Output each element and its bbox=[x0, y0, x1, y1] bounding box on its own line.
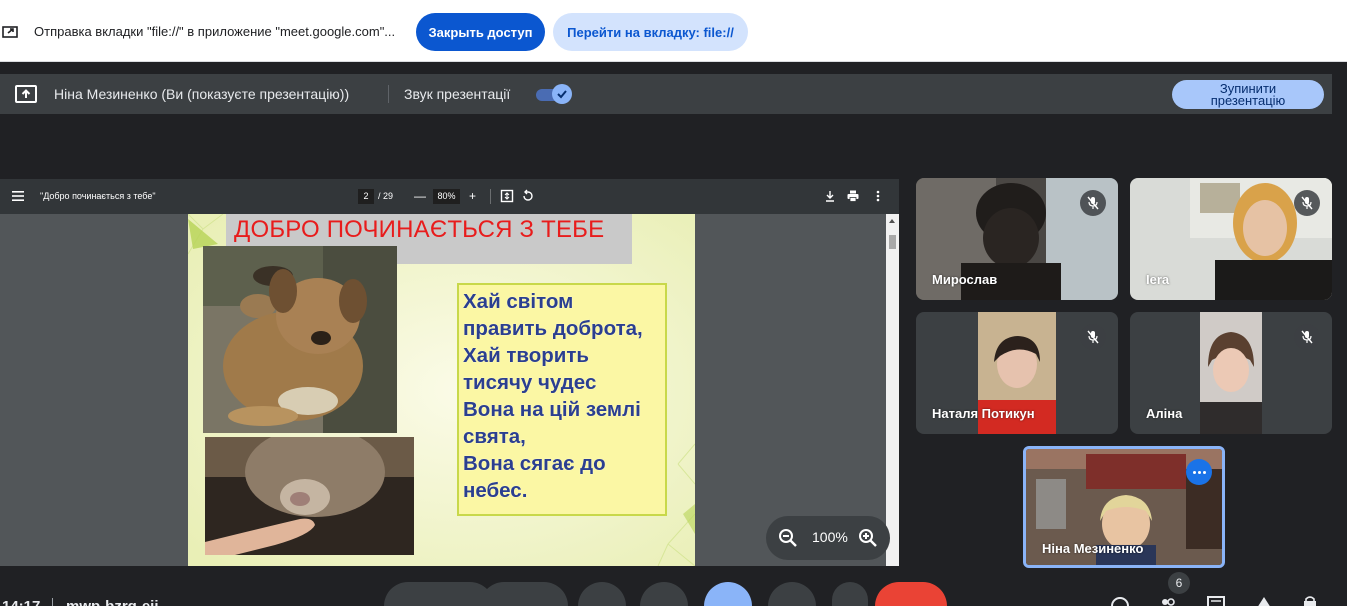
zoom-level: 100% bbox=[812, 529, 848, 545]
close-access-button[interactable]: Закрыть доступ bbox=[416, 13, 545, 51]
mic-off-icon bbox=[1294, 190, 1320, 216]
pdf-title: "Добро починається з тебе" bbox=[40, 191, 156, 201]
camera-button[interactable] bbox=[480, 582, 568, 606]
zoom-overlay: 100% bbox=[766, 516, 890, 560]
more-options-button[interactable] bbox=[1186, 459, 1212, 485]
zoom-out-icon[interactable] bbox=[778, 528, 798, 548]
participant-name: Мирослав bbox=[932, 272, 998, 287]
present-screen-icon bbox=[15, 85, 37, 103]
presenting-bar: Ніна Мезиненко (Ви (показуєте презентаці… bbox=[0, 74, 1332, 114]
leave-call-button[interactable] bbox=[875, 582, 947, 606]
presentation-sound-toggle[interactable] bbox=[536, 84, 572, 104]
bottom-control-bar: 14:17 mwp-bzrg-ejj bbox=[0, 580, 1347, 606]
presentation-sound-label: Звук презентації bbox=[404, 86, 511, 102]
divider bbox=[388, 85, 389, 103]
info-icon[interactable] bbox=[1111, 596, 1129, 606]
participant-tile[interactable]: Iera bbox=[1130, 178, 1332, 300]
page-total: / 29 bbox=[378, 191, 394, 201]
captions-button[interactable] bbox=[578, 582, 626, 606]
scroll-up-icon[interactable] bbox=[889, 219, 895, 223]
slide-headline: ДОБРО ПОЧИНАЄТЬСЯ З ТЕБЕ bbox=[234, 216, 605, 243]
zoom-in-icon[interactable] bbox=[858, 528, 878, 548]
self-participant-tile[interactable]: Ніна Мезиненко bbox=[1023, 446, 1225, 568]
poem-line: Хай світом bbox=[463, 290, 574, 313]
menu-icon[interactable] bbox=[12, 190, 24, 202]
pdf-toolbar: "Добро починається з тебе" 2 / 29 — 80% … bbox=[0, 179, 899, 214]
mic-off-icon bbox=[1080, 190, 1106, 216]
poem-line: Вона сягає до bbox=[463, 452, 606, 475]
participant-name: Ніна Мезиненко bbox=[1042, 541, 1144, 556]
divider bbox=[52, 598, 53, 606]
poem-line: Хай творить bbox=[463, 344, 590, 367]
dot bbox=[1197, 470, 1201, 474]
raise-hand-button[interactable] bbox=[768, 582, 816, 606]
emoji-button[interactable] bbox=[640, 582, 688, 606]
scrollbar-thumb[interactable] bbox=[889, 235, 896, 249]
slide-page: ДОБРО ПОЧИНАЄТЬСЯ З ТЕБЕ Хай світом прав… bbox=[188, 214, 695, 566]
fit-page-icon[interactable] bbox=[500, 189, 514, 203]
paw-and-finger-photo bbox=[205, 437, 414, 555]
pdf-viewer: "Добро починається з тебе" 2 / 29 — 80% … bbox=[0, 179, 899, 566]
scrollbar[interactable] bbox=[886, 214, 899, 566]
poem-line: небес. bbox=[463, 479, 528, 502]
dot bbox=[1192, 470, 1196, 474]
poem-textbox: Хай світом править доброта, Хай творить … bbox=[457, 283, 667, 516]
rotate-icon[interactable] bbox=[521, 189, 535, 203]
meeting-code: mwp-bzrg-ejj bbox=[66, 598, 159, 606]
activities-icon[interactable] bbox=[1255, 596, 1273, 606]
poem-line: править доброта, bbox=[463, 317, 643, 340]
page-number-input[interactable]: 2 bbox=[358, 189, 374, 204]
participant-tile[interactable]: Наталя Потикун bbox=[916, 312, 1118, 434]
poem-line: Вона на цій землі bbox=[463, 398, 641, 421]
download-icon[interactable] bbox=[823, 189, 837, 203]
chat-icon[interactable] bbox=[1207, 596, 1225, 606]
participant-tile[interactable]: Аліна bbox=[1130, 312, 1332, 434]
dog-photo bbox=[203, 246, 397, 433]
check-icon bbox=[552, 84, 572, 104]
dot bbox=[1202, 470, 1206, 474]
divider bbox=[490, 189, 491, 204]
present-button[interactable] bbox=[704, 582, 752, 606]
microphone-button[interactable] bbox=[384, 582, 494, 606]
zoom-out-button[interactable]: — bbox=[414, 189, 426, 203]
more-actions-button[interactable] bbox=[832, 582, 868, 606]
participant-name: Аліна bbox=[1146, 406, 1183, 421]
participant-name: Iera bbox=[1146, 272, 1170, 287]
goto-tab-button[interactable]: Перейти на вкладку: file:// bbox=[553, 13, 748, 51]
presenter-status: Ніна Мезиненко (Ви (показуєте презентаці… bbox=[54, 86, 350, 102]
clock: 14:17 bbox=[2, 598, 40, 606]
more-options-icon[interactable] bbox=[871, 189, 885, 203]
host-controls-icon[interactable] bbox=[1301, 596, 1319, 606]
zoom-input[interactable]: 80% bbox=[433, 189, 460, 204]
mic-off-icon bbox=[1080, 324, 1106, 350]
stop-presenting-button[interactable]: Зупинити презентацію bbox=[1172, 80, 1324, 109]
people-icon[interactable] bbox=[1159, 596, 1177, 606]
sharing-message: Отправка вкладки "file://" в приложение … bbox=[34, 24, 396, 39]
poem-line: свята, bbox=[463, 425, 526, 448]
participants-count-badge: 6 bbox=[1168, 572, 1190, 594]
print-icon[interactable] bbox=[846, 189, 860, 203]
participant-name: Наталя Потикун bbox=[932, 406, 1035, 421]
participant-tile[interactable]: Мирослав bbox=[916, 178, 1118, 300]
zoom-in-button[interactable]: + bbox=[469, 189, 476, 203]
participant-video bbox=[1200, 312, 1262, 434]
share-tab-icon bbox=[2, 26, 18, 38]
mic-off-icon bbox=[1294, 324, 1320, 350]
tab-sharing-notification: Отправка вкладки "file://" в приложение … bbox=[0, 0, 1347, 62]
poem-line: тисячу чудес bbox=[463, 371, 597, 394]
